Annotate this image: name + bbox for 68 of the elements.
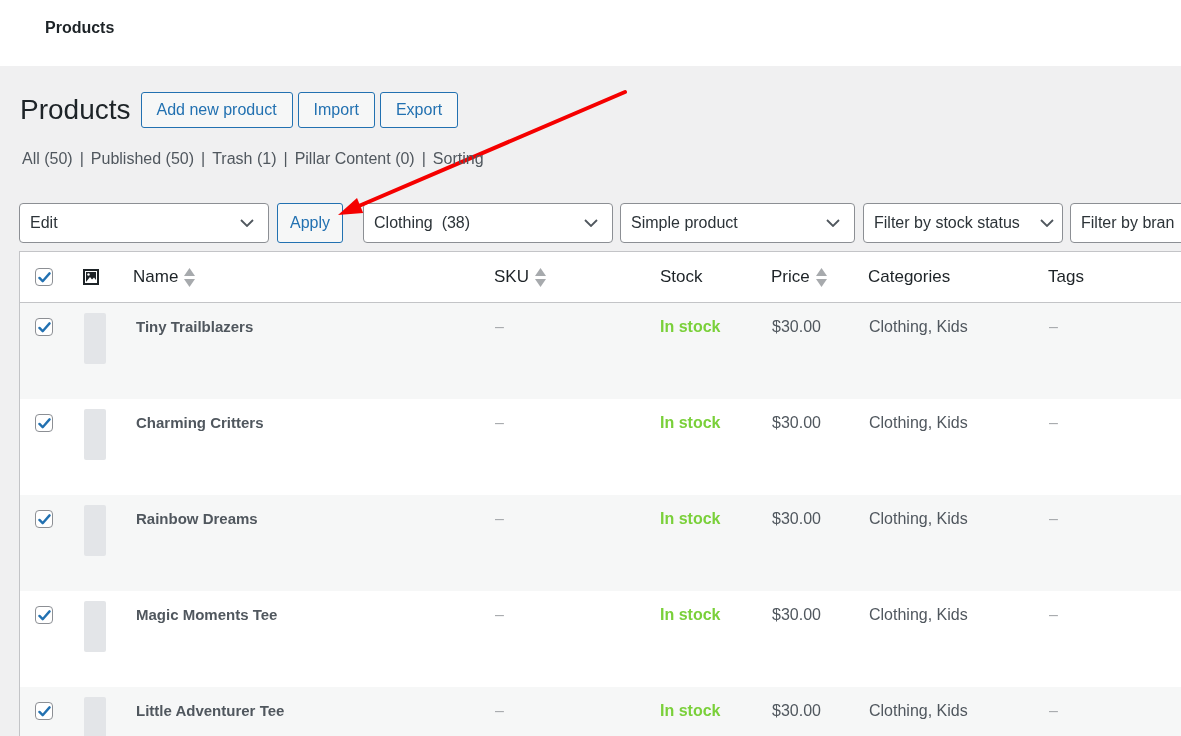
stock-status: In stock bbox=[660, 702, 721, 719]
sku-cell: – bbox=[495, 606, 504, 623]
tags-cell: – bbox=[1049, 318, 1058, 335]
price-cell: $30.00 bbox=[772, 606, 821, 623]
stock-status: In stock bbox=[660, 318, 721, 335]
sku-cell: – bbox=[495, 702, 504, 719]
checkbox[interactable] bbox=[35, 318, 53, 336]
price-cell: $30.00 bbox=[772, 510, 821, 527]
separator: | bbox=[421, 149, 426, 169]
separator: | bbox=[201, 149, 206, 169]
column-header[interactable]: Price bbox=[771, 267, 827, 287]
category-links[interactable]: Clothing, Kids bbox=[869, 606, 968, 623]
tags-cell: – bbox=[1049, 414, 1058, 431]
page-title: Products bbox=[45, 19, 115, 37]
photo-placeholder bbox=[84, 601, 106, 652]
separator: | bbox=[79, 149, 84, 169]
stock-status: In stock bbox=[660, 606, 721, 623]
bulk-action-select[interactable]: Edit bbox=[19, 203, 269, 243]
category-links[interactable]: Clothing, Kids bbox=[869, 318, 968, 335]
chevron-down-icon bbox=[1040, 219, 1055, 227]
column-header: Tags bbox=[1048, 267, 1084, 287]
price-cell: $30.00 bbox=[772, 702, 821, 719]
filter-select[interactable]: Filter by stock status bbox=[863, 203, 1064, 243]
chevron-down-icon bbox=[584, 219, 599, 227]
view-filter-link[interactable]: All (50) bbox=[22, 148, 73, 170]
price-cell: $30.00 bbox=[772, 414, 821, 431]
stock-status: In stock bbox=[660, 414, 721, 431]
product-name-link[interactable]: Little Adventurer Tee bbox=[136, 702, 285, 719]
view-filter-link[interactable]: Pillar Content (0) bbox=[294, 148, 415, 170]
tags-cell: – bbox=[1049, 702, 1058, 719]
view-filter-link[interactable]: Published (50) bbox=[90, 148, 194, 170]
column-header[interactable]: SKU bbox=[494, 267, 546, 287]
sku-cell: – bbox=[495, 510, 504, 527]
add-new-product-button[interactable]: Add new product bbox=[140, 92, 293, 128]
checkbox[interactable] bbox=[35, 414, 53, 432]
checkbox[interactable] bbox=[35, 510, 53, 528]
stock-status: In stock bbox=[660, 510, 721, 527]
product-name-link[interactable]: Rainbow Dreams bbox=[136, 510, 258, 527]
chevron-down-icon bbox=[826, 219, 841, 227]
filter-select[interactable]: Clothing (38) bbox=[363, 203, 614, 243]
page-heading: Products bbox=[20, 93, 131, 127]
separator: | bbox=[283, 149, 288, 169]
category-links[interactable]: Clothing, Kids bbox=[869, 414, 968, 431]
column-header: Stock bbox=[660, 267, 703, 287]
export-button[interactable]: Export bbox=[379, 92, 459, 128]
tags-cell: – bbox=[1049, 510, 1058, 527]
checkbox[interactable] bbox=[35, 702, 53, 720]
filter-select[interactable]: Filter by bran bbox=[1070, 203, 1181, 243]
product-name-link[interactable]: Magic Moments Tee bbox=[136, 606, 278, 623]
product-name-link[interactable]: Tiny Trailblazers bbox=[136, 318, 254, 335]
sku-cell: – bbox=[495, 414, 504, 431]
tags-cell: – bbox=[1049, 606, 1058, 623]
price-cell: $30.00 bbox=[772, 318, 821, 335]
checkbox[interactable] bbox=[35, 606, 53, 624]
image-icon bbox=[83, 269, 99, 285]
column-header: Categories bbox=[868, 267, 951, 287]
column-header[interactable]: Name bbox=[133, 267, 196, 287]
category-links[interactable]: Clothing, Kids bbox=[869, 510, 968, 527]
category-links[interactable]: Clothing, Kids bbox=[869, 702, 968, 719]
chevron-down-icon bbox=[240, 219, 254, 227]
checkbox[interactable] bbox=[35, 268, 53, 286]
import-button[interactable]: Import bbox=[297, 92, 375, 128]
product-name-link[interactable]: Charming Critters bbox=[136, 414, 264, 431]
photo-placeholder bbox=[84, 409, 106, 460]
sku-cell: – bbox=[495, 318, 504, 335]
view-filter-link[interactable]: Trash (1) bbox=[212, 148, 277, 170]
filter-select[interactable]: Simple product bbox=[620, 203, 856, 243]
apply-button[interactable]: Apply bbox=[277, 203, 344, 243]
